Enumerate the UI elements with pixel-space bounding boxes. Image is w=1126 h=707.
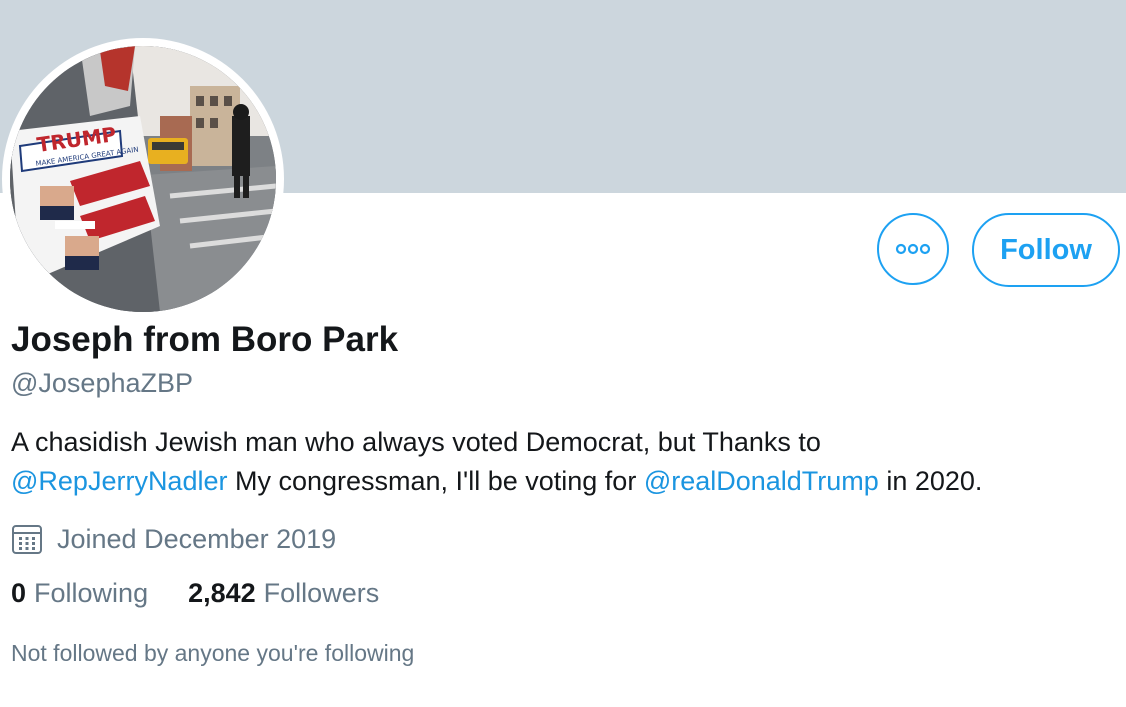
mention-link-realdonaldtrump[interactable]: @realDonaldTrump [644,466,879,496]
calendar-icon [12,525,42,554]
joined-date: Joined December 2019 [11,522,336,556]
followers-you-know: Not followed by anyone you're following [11,640,415,666]
more-options-button[interactable] [877,213,949,285]
follow-stats: 0 Following 2,842 Followers [11,578,379,609]
following-count-link[interactable]: 0 Following [11,578,148,609]
followers-count: 2,842 [188,578,256,608]
avatar[interactable]: TRUMP MAKE AMERICA GREAT AGAIN [10,46,276,312]
followers-count-link[interactable]: 2,842 Followers [188,578,379,609]
bio-text-line1: A chasidish Jewish man who always voted … [11,427,821,457]
display-name: Joseph from Boro Park [11,320,399,359]
following-count: 0 [11,578,27,608]
profile-page: TRUMP MAKE AMERICA GREAT AGAIN Follow Jo… [0,0,1126,707]
follow-button[interactable]: Follow [972,213,1120,287]
avatar-photo: TRUMP MAKE AMERICA GREAT AGAIN [10,46,276,312]
mention-link-repjerrynadler[interactable]: @RepJerryNadler [11,466,227,496]
bio-text-middle: My congressman, I'll be voting for [227,466,644,496]
follow-button-label: Follow [1000,233,1092,266]
following-label: Following [34,578,149,608]
profile-bio: A chasidish Jewish man who always voted … [11,423,1101,501]
more-options-icon [895,243,931,255]
followers-label: Followers [263,578,380,608]
joined-date-text: Joined December 2019 [57,523,337,554]
bio-text-end: in 2020. [878,466,983,496]
username-handle: @JosephaZBP [11,368,193,398]
